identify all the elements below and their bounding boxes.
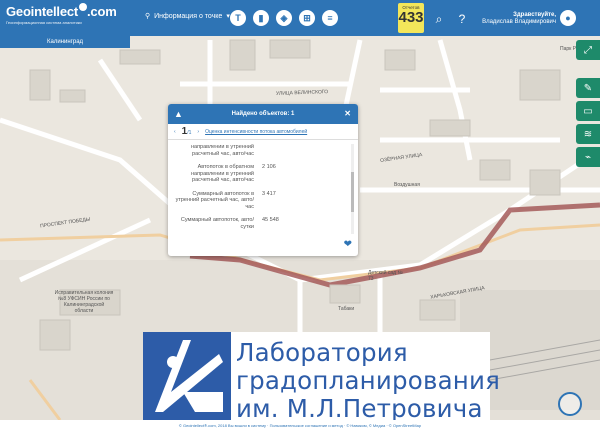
heart-icon[interactable]: ❤ [344,239,352,250]
prev-icon[interactable]: ‹ [174,129,176,135]
logo[interactable]: Geointellect .com Геоинформационная систе… [6,3,134,25]
layer-name[interactable]: Оценка интенсивности потока автомобилей [205,129,307,135]
info-dropdown[interactable]: ⚲ Информация о точке ▾ [145,12,230,21]
map-label-poi: Детский сад № 73 [368,270,403,282]
close-icon[interactable]: ✕ [344,109,351,118]
lab-logo-icon [143,332,231,420]
tagline: Геоинформационная система аналитики [6,20,82,25]
measure-button[interactable]: ≋ [576,124,600,144]
avatar[interactable]: ● [560,10,576,26]
edit-button[interactable]: ✎ [576,78,600,98]
footer: © Geointellect®.com, 2018 Вы вошли в сис… [0,420,600,431]
vehicles-button[interactable]: ⊞ [299,10,315,26]
filter-button[interactable]: ≡ [322,10,338,26]
info-popup: ▲ Найдено объектов: 1 ✕ ‹ 1/1 › Оценка и… [168,104,358,256]
map-label-poi: Воздушная [394,182,420,188]
help-icon[interactable]: ? [455,12,469,26]
fullscreen-button[interactable]: ⤢ [576,40,600,60]
locate-button[interactable] [558,392,582,416]
next-icon[interactable]: › [197,129,199,135]
layers-button[interactable]: ◈ [276,10,292,26]
popup-nav: ‹ 1/1 › Оценка интенсивности потока авто… [168,124,358,140]
popup-header: ▲ Найдено объектов: 1 ✕ [168,104,358,124]
attribute-row: Суммарный автопоток в утренний расчетный… [175,190,276,210]
attribute-row: Автопоток в обратном направлении в утрен… [190,164,276,183]
user-greeting: Здравствуйте, Владислав Владимирович [482,12,556,25]
banner-line-2: градопланирования [236,366,501,395]
popup-scrollbar[interactable] [351,144,354,234]
chart-button[interactable]: ⌁ [576,147,600,167]
attribute-row: направлении в утренний расчетный час, ав… [190,144,254,157]
map-label-poi: Исправительная колония №8 УФСИН России п… [54,290,114,314]
building-tool-button[interactable]: ▮ [253,10,269,26]
top-bar: Geointellect .com Геоинформационная систе… [0,0,600,36]
graduation-cap-icon: ▲ [174,109,183,119]
lab-banner: Лаборатория градопланирования им. М.Л.Пе… [143,332,500,423]
banner-line-3: им. М.Л.Петровича [236,394,483,423]
logo-dot-icon [79,3,88,11]
search-icon[interactable]: ⌕ [432,12,446,26]
reports-counter[interactable]: Отчетов 433 [398,3,424,33]
attribute-list: направлении в утренний расчетный час, ав… [172,144,348,237]
ruler-button[interactable]: ▭ [576,101,600,121]
map-pin-icon: ⚲ [145,13,151,20]
map-label-poi: Табаки [338,306,355,312]
region-label: Калининград [0,36,130,48]
attribute-row: Суммарный автопоток, авто/сутки 45 548 [180,217,279,230]
text-tool-button[interactable]: T [230,10,246,26]
banner-line-1: Лаборатория [236,338,408,367]
